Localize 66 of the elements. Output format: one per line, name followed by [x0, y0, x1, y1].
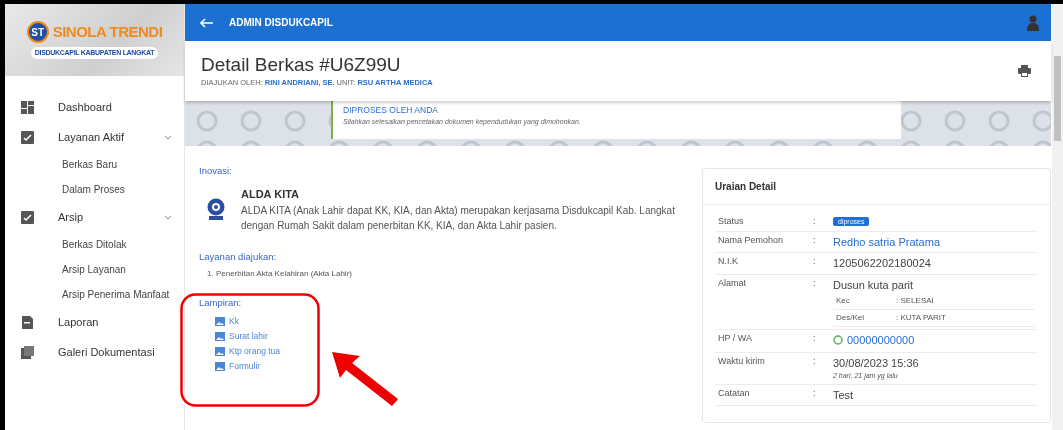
field-label: Alamat	[715, 274, 810, 330]
chat-icon	[833, 335, 843, 346]
field-separator: :	[813, 216, 816, 226]
page-title: Detail Berkas #U6Z99U	[201, 53, 402, 77]
image-file-icon	[215, 362, 225, 372]
field-separator: :	[813, 333, 816, 343]
sidebar-subitem[interactable]: Arsip Layanan	[5, 257, 184, 282]
sidebar-item[interactable]: Laporan	[5, 307, 184, 337]
alert-title: DIPROSES OLEH ANDA	[343, 104, 439, 117]
field-label: Status	[715, 213, 810, 231]
field-label: Waktu kirim	[715, 352, 810, 385]
service-item: 1. Penerbitan Akta Kelahiran (Akta Lahir)	[206, 268, 353, 280]
image-file-icon	[215, 317, 225, 327]
sidebar-item[interactable]: Arsip	[5, 202, 184, 232]
section-label: Inovasi:	[199, 164, 233, 178]
sidebar-item[interactable]: Layanan Aktif	[5, 122, 184, 152]
field-label: N.I.K	[715, 252, 810, 274]
image-file-icon	[215, 332, 225, 342]
field-separator: :	[813, 234, 816, 245]
innovation-name: ALDA KITA	[241, 187, 301, 203]
attachment-link[interactable]: Surat lahir	[199, 329, 702, 345]
checklist-icon	[21, 130, 34, 144]
back-arrow-icon[interactable]	[199, 17, 213, 28]
checklist-icon	[21, 210, 34, 224]
field-separator: :	[813, 387, 816, 398]
dashboard-icon	[21, 100, 34, 114]
field-label: HP / WA	[715, 329, 810, 353]
sidebar-subitem[interactable]: Arsip Penerima Manfaat	[5, 282, 184, 307]
field-label: Catatan	[715, 384, 810, 406]
field-label: Nama Pemohon	[715, 231, 810, 253]
card-title: Uraian Detail	[703, 169, 1050, 205]
field-value: 1205062202180024	[833, 257, 931, 269]
image-file-icon	[215, 347, 225, 357]
field-value: 30/08/2023 15:36	[833, 355, 920, 371]
field-label: Kec	[833, 293, 893, 310]
sidebar-item[interactable]: Galeri Dokumentasi	[5, 337, 184, 367]
applicant-link[interactable]: Redho satria Pratama	[833, 235, 940, 248]
attachment-link[interactable]: Kk	[199, 314, 702, 330]
field-separator: :	[813, 277, 816, 288]
sidebar-subitem[interactable]: Berkas Baru	[5, 152, 184, 177]
sidebar-item[interactable]: Dashboard	[5, 92, 184, 122]
field-value: Dusun kuta parit	[833, 277, 915, 293]
sidebar-subitem[interactable]: Berkas Ditolak	[5, 232, 184, 257]
annotation-arrow	[330, 350, 400, 408]
attachment-link[interactable]: Ktp orang tua	[199, 344, 702, 360]
logo-badge: ST	[26, 21, 49, 44]
phone-link[interactable]: 00000000000	[833, 332, 915, 349]
section-label: Lampiran:	[199, 296, 243, 310]
field-label: Des/Kel	[833, 309, 893, 327]
innovation-description: ALDA KITA (Anak Lahir dapat KK, KIA, dan Akta) merupakan kerjasama Disdukcapil Kab. Langkat dengan Rumah Sakit dalam penerbitan KK, KIA, dan Akta Lahir pasien.	[241, 203, 676, 234]
sidebar-subitem[interactable]: Dalam Proses	[5, 177, 184, 202]
field-value: : KUTA PARIT	[893, 309, 1035, 327]
user-icon[interactable]	[1027, 14, 1039, 31]
attachment-link[interactable]: Formulir	[199, 359, 702, 375]
field-separator: :	[813, 355, 816, 366]
document-icon	[21, 315, 34, 329]
field-value: : SELESAI	[893, 293, 1035, 310]
field-separator: :	[813, 256, 816, 266]
print-icon[interactable]	[1018, 65, 1031, 77]
field-value: Test	[833, 388, 854, 401]
gallery-icon	[21, 345, 34, 359]
section-label: Layanan diajukan:	[199, 249, 278, 264]
logo-title: SINOLA TRENDI	[52, 22, 163, 42]
scrollbar-thumb[interactable]	[1054, 56, 1061, 141]
topbar-title: ADMIN DISDUKCAPIL	[229, 16, 334, 30]
innovation-logo-icon	[207, 198, 225, 221]
